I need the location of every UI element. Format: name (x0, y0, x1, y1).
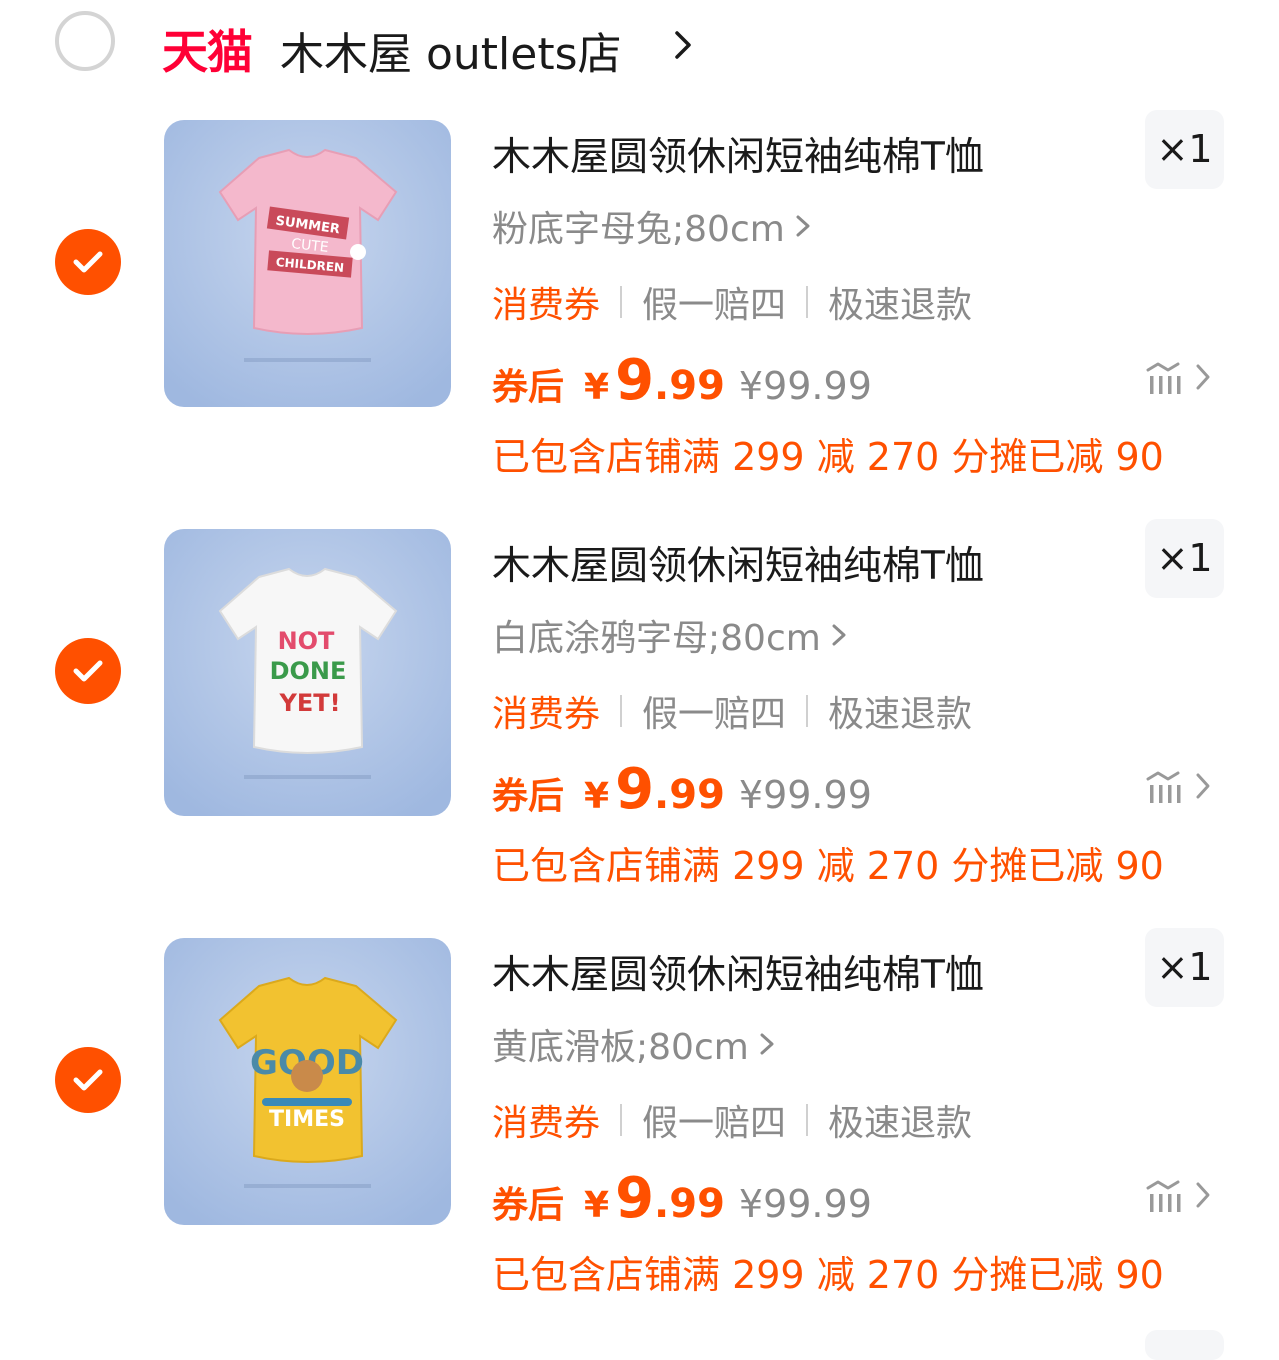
price-trend-icon[interactable] (1146, 769, 1216, 809)
after-coupon-label: 券后 (492, 1185, 565, 1226)
service-tags: 消费券 假一赔四 极速退款 (492, 685, 972, 737)
sku-label: 黄底滑板;80cm (492, 1027, 749, 1068)
product-image[interactable]: SUMMER CUTE CHILDREN (164, 120, 451, 407)
chevron-right-icon[interactable] (672, 27, 694, 63)
product-title[interactable]: 木木屋圆领休闲短袖纯棉T恤 (492, 535, 984, 591)
item-select-checkbox[interactable] (55, 229, 121, 295)
item-select-checkbox[interactable] (55, 638, 121, 704)
currency-symbol: ¥ (584, 367, 610, 408)
price-row: 券后 ¥ 9 .99 ¥99.99 (492, 757, 872, 822)
product-image[interactable]: GOOD TIMES (164, 938, 451, 1225)
cart-item: GOOD TIMES 木木屋圆领休闲短袖纯棉T恤 ×1 黄底滑板;80cm 消费… (0, 928, 1279, 1336)
original-price: ¥99.99 (738, 1182, 872, 1226)
store-select-radio[interactable] (55, 11, 115, 71)
currency-symbol: ¥ (584, 1185, 610, 1226)
service-tags: 消费券 假一赔四 极速退款 (492, 1094, 972, 1146)
shirt-text-line: TIMES (269, 1107, 345, 1132)
price-row: 券后 ¥ 9 .99 ¥99.99 (492, 1166, 872, 1231)
service-tags: 消费券 假一赔四 极速退款 (492, 276, 972, 328)
quantity-button[interactable]: ×1 (1145, 928, 1224, 1007)
checkmark-icon (73, 660, 103, 682)
coupon-tag: 消费券 (492, 694, 601, 735)
fake-refund-tag: 假一赔四 (642, 1103, 787, 1144)
sku-selector[interactable]: 白底涂鸦字母;80cm (492, 609, 847, 661)
discount-note: 已包含店铺满 299 减 270 分摊已减 90 (492, 844, 1164, 888)
discount-note: 已包含店铺满 299 减 270 分摊已减 90 (492, 435, 1164, 479)
original-price: ¥99.99 (738, 364, 872, 408)
item-select-checkbox[interactable] (55, 1047, 121, 1113)
fast-refund-tag: 极速退款 (828, 285, 973, 326)
chevron-right-icon (796, 215, 810, 237)
chevron-right-icon (832, 624, 846, 646)
price-decimal: .99 (654, 363, 725, 409)
chevron-right-icon (760, 1033, 774, 1055)
price-integer: 9 (615, 1166, 655, 1231)
store-header: 天猫 木木屋 outlets店 (0, 0, 1279, 95)
cart-item: SUMMER CUTE CHILDREN 木木屋圆领休闲短袖纯棉T恤 ×1 粉底… (0, 110, 1279, 518)
sku-selector[interactable]: 黄底滑板;80cm (492, 1018, 775, 1070)
discount-note: 已包含店铺满 299 减 270 分摊已减 90 (492, 1253, 1164, 1297)
price-integer: 9 (615, 757, 655, 822)
product-title[interactable]: 木木屋圆领休闲短袖纯棉T恤 (492, 944, 984, 1000)
original-price: ¥99.99 (738, 773, 872, 817)
fast-refund-tag: 极速退款 (828, 1103, 973, 1144)
after-coupon-label: 券后 (492, 367, 565, 408)
coupon-tag: 消费券 (492, 1103, 601, 1144)
price-trend-icon[interactable] (1146, 360, 1216, 400)
sku-selector[interactable]: 粉底字母兔;80cm (492, 200, 811, 252)
after-coupon-label: 券后 (492, 776, 565, 817)
checkmark-icon (73, 251, 103, 273)
price-integer: 9 (615, 348, 655, 413)
currency-symbol: ¥ (584, 776, 610, 817)
fake-refund-tag: 假一赔四 (642, 285, 787, 326)
quantity-button[interactable]: ×1 (1145, 519, 1224, 598)
product-title[interactable]: 木木屋圆领休闲短袖纯棉T恤 (492, 126, 984, 182)
sku-label: 白底涂鸦字母;80cm (492, 618, 821, 659)
checkmark-icon (73, 1069, 103, 1091)
shirt-text-line: DONE (270, 657, 347, 685)
tmall-logo: 天猫 (162, 25, 253, 79)
price-row: 券后 ¥ 9 .99 ¥99.99 (492, 348, 872, 413)
quantity-button[interactable]: ×1 (1145, 110, 1224, 189)
next-item-quantity-button[interactable] (1145, 1330, 1224, 1360)
cart-item: NOT DONE YET! 木木屋圆领休闲短袖纯棉T恤 ×1 白底涂鸦字母;80… (0, 519, 1279, 927)
shirt-text-line: YET! (278, 689, 340, 717)
fake-refund-tag: 假一赔四 (642, 694, 787, 735)
shirt-text-line: NOT (278, 627, 335, 655)
price-decimal: .99 (654, 772, 725, 818)
price-decimal: .99 (654, 1181, 725, 1227)
fast-refund-tag: 极速退款 (828, 694, 973, 735)
store-name-link[interactable]: 木木屋 outlets店 (280, 18, 622, 82)
coupon-tag: 消费券 (492, 285, 601, 326)
product-image[interactable]: NOT DONE YET! (164, 529, 451, 816)
sku-label: 粉底字母兔;80cm (492, 209, 785, 250)
price-trend-icon[interactable] (1146, 1178, 1216, 1218)
